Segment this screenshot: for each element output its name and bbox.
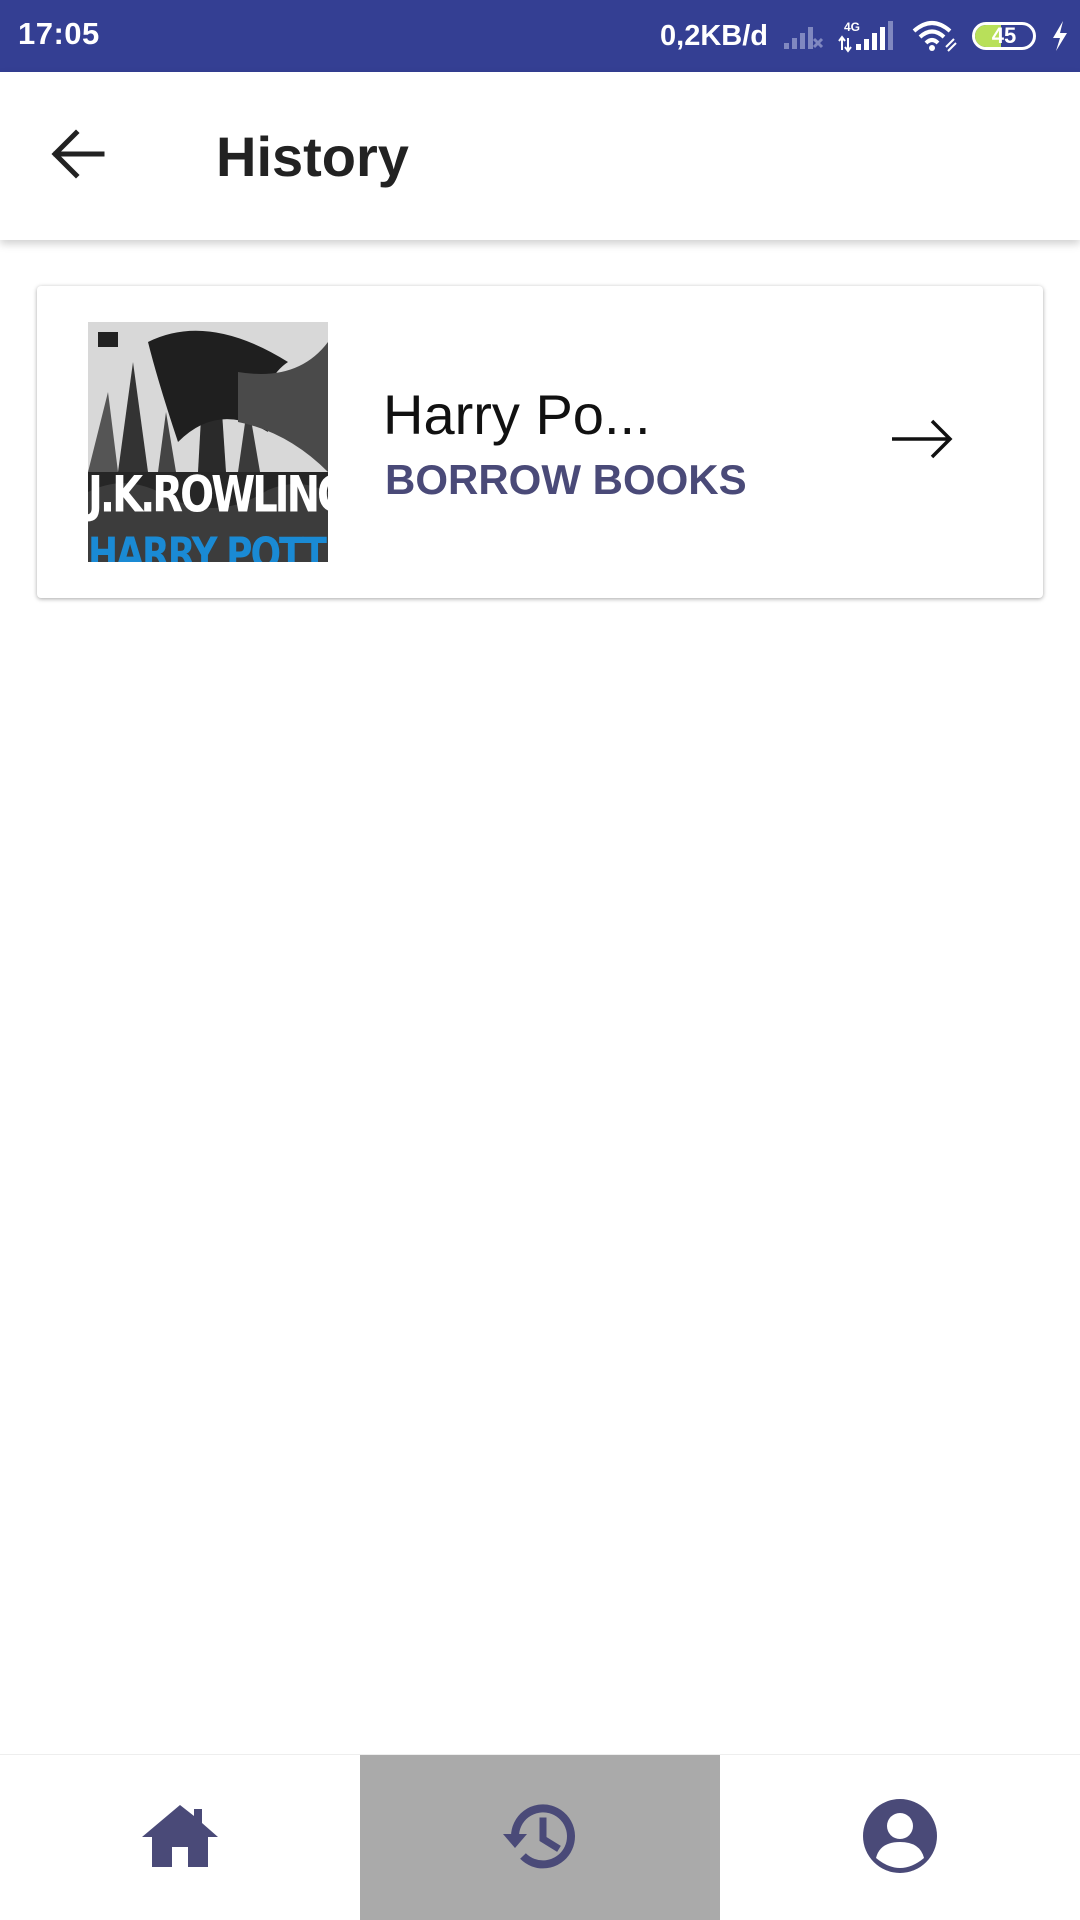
network-type-label: 4G <box>844 20 860 34</box>
home-icon <box>140 1803 220 1874</box>
data-speed: 0,2KB/d <box>660 19 768 52</box>
history-icon <box>501 1801 579 1876</box>
open-item-button[interactable] <box>877 396 967 486</box>
charging-icon <box>1050 20 1070 52</box>
status-bar: 17:05 0,2KB/d 4G 45 <box>0 0 1080 72</box>
status-icons: 0,2KB/d 4G 45 <box>660 0 1070 72</box>
page-title: History <box>216 125 409 188</box>
nav-home-button[interactable] <box>0 1755 360 1920</box>
arrow-right-icon <box>890 417 954 466</box>
bottom-nav <box>0 1754 1080 1920</box>
nav-history-button[interactable] <box>360 1755 720 1920</box>
account-icon <box>862 1798 938 1879</box>
battery-icon: 45 <box>972 22 1036 50</box>
signal-no-service-icon <box>782 21 824 51</box>
app-bar: History <box>0 72 1080 240</box>
history-card[interactable]: J.K.ROWLING HARRY POTTER Harry Po... BOR… <box>37 286 1043 598</box>
book-cover-image: J.K.ROWLING HARRY POTTER <box>88 322 328 562</box>
signal-4g-icon: 4G <box>838 18 896 54</box>
arrow-left-icon <box>50 128 106 184</box>
book-title: Harry Po... <box>383 383 651 446</box>
status-time: 17:05 <box>18 16 100 51</box>
battery-level: 45 <box>991 23 1017 48</box>
wifi-icon <box>910 19 958 53</box>
back-button[interactable] <box>36 114 120 198</box>
nav-profile-button[interactable] <box>720 1755 1080 1920</box>
book-status: BORROW BOOKS <box>385 456 747 503</box>
screen: 17:05 0,2KB/d 4G 45 History J.K.ROWLING … <box>0 0 1080 1920</box>
cover-series-text: HARRY POTTER <box>88 529 328 562</box>
cover-author-text: J.K.ROWLING <box>88 466 328 524</box>
